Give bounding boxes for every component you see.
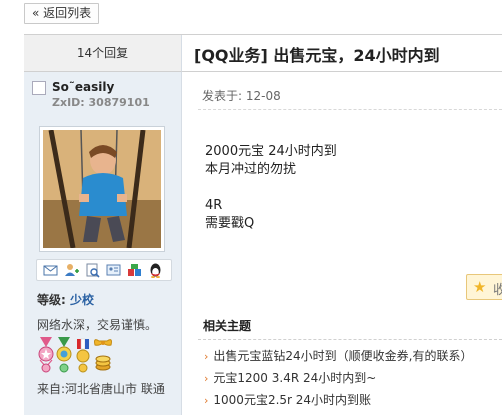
level-value: 少校 (70, 293, 95, 307)
green-medal-icon (56, 337, 72, 362)
related-divider (198, 339, 502, 340)
user-zxid: ZxID: 30879101 (52, 96, 150, 109)
chevron-right-icon: › (204, 350, 209, 363)
post-line: 2000元宝 24小时内到 (205, 144, 337, 159)
green-medal-icon (59, 363, 69, 373)
offline-status-icon (32, 81, 46, 95)
related-topics-heading: 相关主题 (203, 319, 252, 333)
chevron-right-icon: › (204, 394, 209, 407)
post-line: 本月冲过的勿扰 (205, 162, 297, 177)
user-actions-bar (36, 259, 172, 281)
username-link[interactable]: So˜easily (52, 80, 114, 94)
gift-icon[interactable] (126, 262, 143, 278)
thread-title-bar: [QQ业务] 出售元宝，24小时内到 (182, 35, 502, 72)
user-level: 等级: 少校 (37, 291, 94, 308)
medal-list (37, 337, 137, 374)
favorite-label: 收 (493, 283, 502, 298)
qq-penguin-icon[interactable] (147, 262, 164, 278)
related-topic-link[interactable]: › 元宝1200 3.4R 24小时内到~ (204, 372, 473, 394)
related-topic-link[interactable]: › 1000元宝2.5r 24小时内到账 (204, 394, 473, 415)
add-friend-icon[interactable] (63, 262, 80, 278)
post-content: 2000元宝 24小时内到 本月冲过的勿扰 4R 需要戳Q (205, 143, 337, 233)
post-line: 需要戳Q (205, 216, 255, 231)
post-timestamp: 发表于: 12-08 (202, 89, 281, 103)
thread-title: [QQ业务] 出售元宝，24小时内到 (194, 46, 440, 65)
user-motto: 网络水深，交易谨慎。 (37, 318, 158, 332)
bow-medal-icon (94, 339, 112, 346)
pink-medal-icon (38, 337, 54, 362)
related-topics-list: › 出售元宝蓝钻24小时到（顺便收金券,有的联系） › 元宝1200 3.4R 24… (204, 350, 473, 415)
avatar[interactable] (39, 126, 165, 252)
flag-medal-icon (78, 363, 88, 373)
avatar-image (43, 130, 161, 248)
related-topic-link[interactable]: › 出售元宝蓝钻24小时到（顺便收金券,有的联系） (204, 350, 473, 372)
post-line: 4R (205, 198, 223, 213)
back-to-list-button[interactable]: « 返回列表 (24, 3, 100, 24)
star-icon: ★ (473, 278, 487, 296)
flag-medal-icon (76, 338, 90, 363)
mail-icon[interactable] (42, 262, 59, 278)
search-posts-icon[interactable] (84, 262, 101, 278)
profile-card-icon[interactable] (105, 262, 122, 278)
post-divider (198, 109, 502, 110)
chevron-right-icon: › (204, 372, 209, 385)
pink-medal-icon (39, 359, 53, 373)
post-line (205, 179, 337, 197)
favorite-button[interactable]: ★ 收 (466, 274, 502, 300)
reply-count: 14个回复 (24, 35, 182, 72)
user-location: 来自:河北省唐山市 联通 (37, 382, 165, 396)
level-label: 等级: (37, 293, 66, 307)
coin-stack-medal-icon (95, 355, 111, 371)
